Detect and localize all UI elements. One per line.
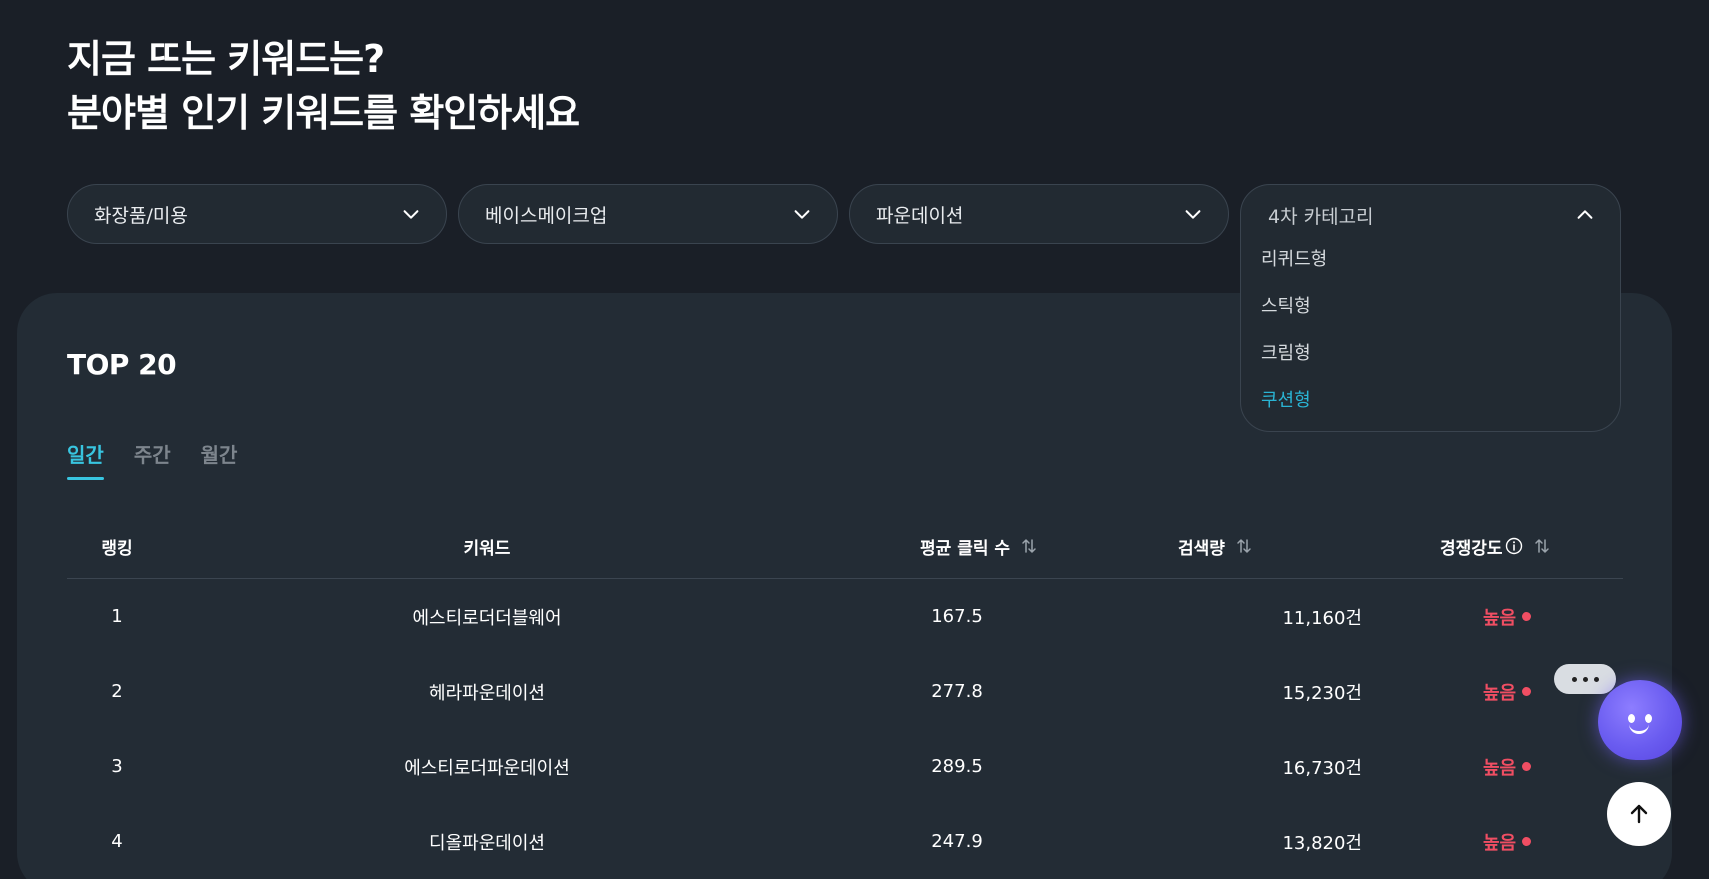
- dropdown-option-liquid[interactable]: 리퀴드형: [1261, 249, 1327, 296]
- category-select-3-label: 파운데이션: [876, 204, 964, 227]
- header-search-volume[interactable]: 검색량: [1178, 513, 1253, 579]
- info-icon[interactable]: [1505, 537, 1523, 555]
- competition-badge: 높음: [1482, 679, 1532, 705]
- status-dot-icon: [1522, 687, 1532, 696]
- headline-line-1: 지금 뜨는 키워드는?: [67, 37, 385, 81]
- chatbot-eye: [1628, 714, 1635, 723]
- cell-search-volume: 16,730건: [1282, 757, 1362, 779]
- ellipsis-dot-icon: [1571, 676, 1577, 682]
- competition-badge: 높음: [1482, 829, 1532, 855]
- cell-avg-clicks: 167.5: [931, 606, 983, 627]
- cell-keyword[interactable]: 에스티로더더블웨어: [287, 579, 687, 654]
- chatbot-icon[interactable]: [1598, 680, 1682, 760]
- chevron-down-icon: [1185, 210, 1201, 219]
- chatbot-eye: [1645, 714, 1652, 723]
- status-dot-icon: [1522, 837, 1532, 846]
- category-select-1[interactable]: 화장품/미용: [67, 184, 447, 244]
- cell-rank: 1: [111, 606, 123, 627]
- competition-badge: 높음: [1482, 604, 1532, 630]
- cell-rank: 2: [111, 681, 123, 702]
- cell-search-volume: 15,230건: [1282, 682, 1362, 704]
- chevron-up-icon: [1577, 210, 1593, 219]
- header-avg-clicks[interactable]: 평균 클릭 수: [920, 513, 1038, 579]
- table-row[interactable]: 2 헤라파운데이션 277.8 15,230건 높음: [67, 654, 1623, 729]
- arrow-up-icon: [1630, 804, 1648, 824]
- status-dot-icon: [1522, 762, 1532, 771]
- category-select-2-label: 베이스메이크업: [485, 204, 608, 227]
- table-header: 랭킹 키워드 평균 클릭 수 검색량 경쟁강도: [67, 513, 1623, 579]
- cell-competition: 높음: [1407, 729, 1607, 804]
- page-headline: 지금 뜨는 키워드는? 분야별 인기 키워드를 확인하세요: [67, 32, 580, 140]
- cell-competition: 높음: [1407, 804, 1607, 879]
- chevron-down-icon: [794, 210, 810, 219]
- sort-arrows-icon[interactable]: [1020, 537, 1038, 555]
- category-select-1-label: 화장품/미용: [94, 204, 188, 227]
- competition-badge: 높음: [1482, 754, 1532, 780]
- cell-competition: 높음: [1407, 579, 1607, 654]
- chat-bubble-button[interactable]: [1554, 664, 1616, 694]
- category-select-4-label: 4차 카테고리: [1268, 205, 1374, 228]
- sort-arrows-icon[interactable]: [1235, 537, 1253, 555]
- cell-search-volume: 13,820건: [1282, 832, 1362, 854]
- tab-weekly[interactable]: 주간: [134, 439, 171, 480]
- tab-monthly[interactable]: 월간: [201, 439, 238, 480]
- table-row[interactable]: 4 디올파운데이션 247.9 13,820건 높음: [67, 804, 1623, 879]
- category-select-2[interactable]: 베이스메이크업: [458, 184, 838, 244]
- chatbot-mouth: [1629, 724, 1649, 734]
- dropdown-option-cushion[interactable]: 쿠션형: [1261, 390, 1327, 437]
- ellipsis-dot-icon: [1582, 676, 1588, 682]
- competition-label: 높음: [1482, 682, 1517, 704]
- status-dot-icon: [1522, 612, 1532, 621]
- header-search-volume-label: 검색량: [1178, 538, 1225, 559]
- tab-daily[interactable]: 일간: [67, 439, 104, 480]
- competition-label: 높음: [1482, 607, 1517, 629]
- competition-label: 높음: [1482, 832, 1517, 854]
- cell-avg-clicks: 247.9: [931, 831, 983, 852]
- sort-arrows-icon[interactable]: [1533, 537, 1551, 555]
- chevron-down-icon: [403, 210, 419, 219]
- header-competition-wrap: 경쟁강도: [1440, 534, 1523, 559]
- header-rank-label: 랭킹: [101, 538, 133, 559]
- category-filters: 화장품/미용 베이스메이크업 파운데이션 4차 카테고리 리퀴드형 스틱형 크림…: [67, 184, 1623, 432]
- cell-avg-clicks: 277.8: [931, 681, 983, 702]
- cell-keyword[interactable]: 에스티로더파운데이션: [287, 729, 687, 804]
- header-keyword-label: 키워드: [463, 538, 511, 559]
- period-tabs: 일간 주간 월간: [67, 439, 237, 480]
- table-row[interactable]: 3 에스티로더파운데이션 289.5 16,730건 높음: [67, 729, 1623, 804]
- keyword-table: 랭킹 키워드 평균 클릭 수 검색량 경쟁강도 1 에스티로더더블웨어 167.…: [67, 513, 1623, 879]
- category-select-3[interactable]: 파운데이션: [849, 184, 1229, 244]
- ellipsis-dot-icon: [1593, 676, 1599, 682]
- cell-keyword[interactable]: 헤라파운데이션: [287, 654, 687, 729]
- header-keyword: 키워드: [287, 513, 687, 579]
- panel-title: TOP 20: [67, 348, 177, 381]
- cell-keyword[interactable]: 디올파운데이션: [287, 804, 687, 879]
- header-competition-label: 경쟁강도: [1440, 538, 1503, 559]
- cell-rank: 3: [111, 756, 123, 777]
- header-competition[interactable]: 경쟁강도: [1440, 513, 1551, 579]
- category-select-4[interactable]: 4차 카테고리 리퀴드형 스틱형 크림형 쿠션형: [1240, 184, 1621, 432]
- competition-label: 높음: [1482, 757, 1517, 779]
- dropdown-option-cream[interactable]: 크림형: [1261, 343, 1327, 390]
- headline-line-2: 분야별 인기 키워드를 확인하세요: [67, 91, 580, 135]
- page: 지금 뜨는 키워드는? 분야별 인기 키워드를 확인하세요 화장품/미용 베이스…: [0, 0, 1709, 879]
- header-avg-clicks-label: 평균 클릭 수: [920, 538, 1011, 559]
- category-select-4-head[interactable]: 4차 카테고리: [1267, 203, 1596, 228]
- header-rank: 랭킹: [67, 513, 167, 579]
- dropdown-option-stick[interactable]: 스틱형: [1261, 296, 1327, 343]
- cell-avg-clicks: 289.5: [931, 756, 983, 777]
- cell-search-volume: 11,160건: [1282, 607, 1362, 629]
- scroll-to-top-button[interactable]: [1607, 782, 1671, 846]
- category-select-4-options: 리퀴드형 스틱형 크림형 쿠션형: [1261, 249, 1327, 437]
- cell-rank: 4: [111, 831, 123, 852]
- table-row[interactable]: 1 에스티로더더블웨어 167.5 11,160건 높음: [67, 579, 1623, 654]
